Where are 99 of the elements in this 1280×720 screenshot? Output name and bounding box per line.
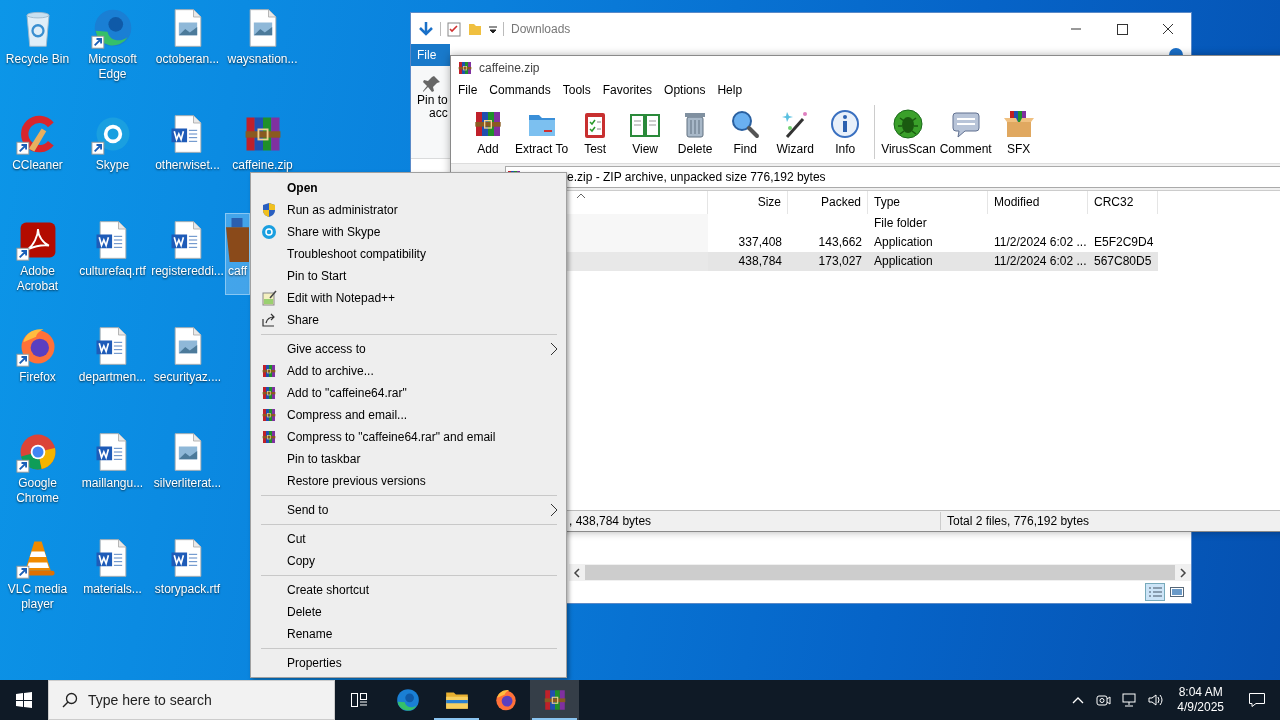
table-cell-text: 11/2/2024 6:02 ...: [993, 234, 1088, 251]
toolbar-button[interactable]: VirusScan: [879, 106, 938, 158]
table-cell-text: 337,408: [737, 234, 783, 251]
pin-button[interactable]: Pin to acc: [411, 66, 452, 158]
menu-bar-item[interactable]: Tools: [556, 81, 597, 99]
menu-item[interactable]: Rename: [253, 623, 564, 645]
toolbar-button[interactable]: View: [620, 106, 671, 158]
window-title: caffeine.zip: [479, 60, 540, 75]
table-cell-text: Application: [873, 234, 934, 251]
column-header[interactable]: Size: [708, 191, 788, 214]
chevron-up-icon[interactable]: [1071, 695, 1086, 705]
toolbar-button[interactable]: SFX: [993, 106, 1044, 158]
toolbar-button[interactable]: Find: [720, 106, 771, 158]
down-arrow-icon[interactable]: [417, 19, 435, 38]
toolbar-button[interactable]: Test: [570, 106, 621, 158]
network-icon[interactable]: [1121, 692, 1138, 708]
chat-bubble-icon: [261, 224, 277, 240]
search-field[interactable]: Type here to search: [48, 680, 335, 720]
menu-item[interactable]: Edit with Notepad++: [253, 287, 564, 309]
toolbar-button[interactable]: Add: [463, 106, 513, 158]
ribbon-tab[interactable]: File: [411, 44, 450, 66]
toolbar-button[interactable]: Wizard: [770, 106, 821, 158]
desktop-item[interactable]: otherwiset...: [151, 108, 224, 188]
menu-item[interactable]: Compress and email...: [253, 404, 564, 426]
desktop-item[interactable]: registereddi...: [151, 214, 224, 294]
speaker-icon[interactable]: [1147, 692, 1166, 708]
menu-bar-item[interactable]: File: [452, 81, 484, 99]
toolbar-button[interactable]: Info: [820, 106, 871, 158]
menu-bar-item[interactable]: Favorites: [596, 81, 659, 99]
table-cell-text: 11/2/2024 6:02 ...: [993, 253, 1088, 270]
menu-item[interactable]: Share: [253, 309, 564, 331]
archive-icon: [261, 385, 277, 401]
column-header[interactable]: Type: [868, 191, 988, 214]
desktop-item[interactable]: waysnation...: [226, 2, 299, 82]
menu-item[interactable]: Pin to taskbar: [253, 448, 564, 470]
pin-icon: [422, 74, 443, 94]
search-icon: [62, 692, 78, 708]
desktop-item[interactable]: materials...: [76, 532, 149, 612]
menu-item[interactable]: Run as administrator: [253, 199, 564, 221]
desktop-item[interactable]: octoberan...: [151, 2, 224, 82]
windows-logo-icon: [16, 692, 32, 708]
chevron-icon: [550, 342, 558, 356]
bug-icon: [892, 108, 925, 140]
menu-item[interactable]: Delete: [253, 601, 564, 623]
menu-item[interactable]: Give access to: [253, 338, 564, 360]
checklist-icon[interactable]: [446, 20, 462, 37]
share-icon: [261, 312, 277, 328]
menu-item[interactable]: Properties: [253, 652, 564, 674]
column-header[interactable]: Packed: [788, 191, 868, 214]
archive-icon: [261, 407, 277, 423]
swirl-icon: [394, 687, 421, 713]
toolbar-button[interactable]: Extract To: [513, 106, 571, 158]
menu-item[interactable]: Create shortcut: [253, 579, 564, 601]
menu-bar-item[interactable]: Help: [711, 81, 749, 99]
status-text: Total 2 files, 776,192 bytes: [946, 514, 1090, 528]
menu-bar-item[interactable]: Commands: [483, 81, 557, 99]
table-cell-text: E5F2C9D4: [1093, 234, 1155, 251]
camera-icon[interactable]: [1095, 692, 1112, 708]
clock[interactable]: 8:04 AM 4/9/2025: [1177, 685, 1224, 715]
menu-bar-item[interactable]: Options: [658, 81, 712, 99]
window-title: Downloads: [511, 21, 571, 36]
desktop-item[interactable]: securityaz....: [151, 320, 224, 400]
table-cell-text: 567C80D5: [1093, 253, 1153, 270]
horizontal-scrollbar[interactable]: [569, 564, 1191, 581]
box-icon: [1002, 108, 1035, 140]
menu-item[interactable]: Add to "caffeine64.rar": [253, 382, 564, 404]
scroll-thumb[interactable]: [585, 565, 1175, 580]
info-icon: [829, 108, 862, 140]
notepad-icon: [261, 290, 277, 306]
table-cell-text: File folder: [873, 215, 928, 232]
table-cell-text: Application: [873, 253, 934, 270]
taskbar-app[interactable]: [530, 680, 579, 720]
menu-item[interactable]: Add to archive...: [253, 360, 564, 382]
desktop-item[interactable]: silverliterat...: [151, 426, 224, 506]
toolbar-button[interactable]: Delete: [670, 106, 721, 158]
shield-icon: [261, 202, 277, 218]
address-bar[interactable]: e.zip - ZIP archive, unpacked size 776,192 bytes: [505, 166, 1280, 188]
menu-item[interactable]: Compress to "caffeine64.rar" and email: [253, 426, 564, 448]
menu-item[interactable]: Copy: [253, 550, 564, 572]
task-view-icon: [350, 692, 368, 708]
toolbar-button[interactable]: Comment: [937, 106, 994, 158]
archive-icon: [457, 59, 473, 76]
column-header[interactable]: CRC32: [1088, 191, 1158, 214]
table-cell-text: 173,027: [817, 253, 863, 270]
column-header[interactable]: Modified: [988, 191, 1088, 214]
sort-caret-icon: [576, 193, 586, 199]
help-icon[interactable]: [1169, 45, 1183, 55]
archive-icon: [261, 363, 277, 379]
chevron-icon: [550, 503, 558, 517]
menu-item[interactable]: Share with Skype: [253, 221, 564, 243]
desktop-item[interactable]: storypack.rtf: [151, 532, 224, 612]
desktop-item[interactable]: maillangu...: [76, 426, 149, 506]
menu-item[interactable]: Cut: [253, 528, 564, 550]
archive-icon: [261, 429, 277, 445]
search-icon: [729, 108, 762, 140]
table-cell-text: 438,784: [737, 253, 783, 270]
notification-icon[interactable]: [1248, 691, 1266, 709]
table-cell-text: 143,662: [817, 234, 863, 251]
menu-item[interactable]: Restore previous versions: [253, 470, 564, 492]
